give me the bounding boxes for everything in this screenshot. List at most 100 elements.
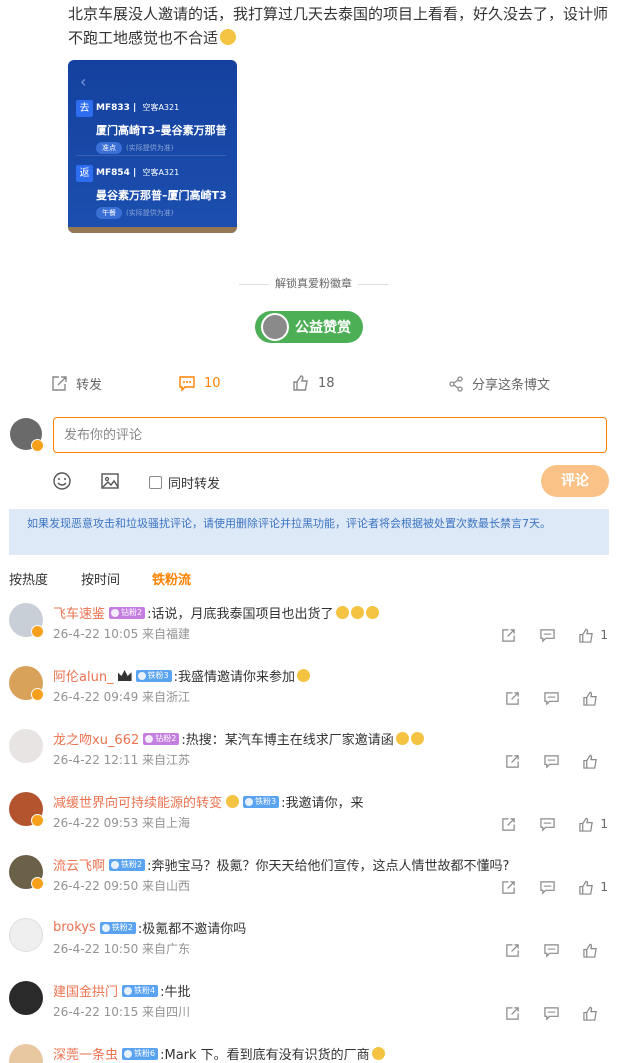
like-button[interactable]: 18 <box>292 374 335 392</box>
reply-icon[interactable] <box>544 754 559 769</box>
like-button[interactable] <box>583 943 608 958</box>
star-emoji-icon <box>226 795 240 808</box>
repost-icon[interactable] <box>501 880 516 895</box>
avatar[interactable] <box>9 981 43 1015</box>
checkbox-icon <box>149 476 162 489</box>
fan-badge: 铁粉3 <box>243 795 280 808</box>
commenter-name[interactable]: 流云飞啊 <box>53 855 105 874</box>
repost-icon[interactable] <box>501 817 516 832</box>
fan-badge: 铁粉4 <box>122 984 159 997</box>
like-count: 1 <box>600 628 608 642</box>
share-label: 分享这条博文 <box>472 378 551 393</box>
comment-line: 流云飞啊 铁粉2 :奔驰宝马？极氪？你天天给他们宣传，这点人情世故都不懂吗? <box>53 855 509 874</box>
comment-line: brokys 铁粉2 :极氪都不邀请你吗 <box>53 918 246 937</box>
comment-text: :Mark 下。看到底有没有识货的厂商 <box>160 1048 370 1063</box>
avatar[interactable] <box>9 855 44 890</box>
like-button[interactable] <box>583 754 608 769</box>
verified-badge-icon <box>31 688 44 701</box>
post-image[interactable]: ‹ 去 MF833 | 空客A321 厦门高崎T3–曼谷素万那普 准点 (实际提供… <box>68 60 237 233</box>
commenter-name[interactable]: 阿伦alun_ <box>53 666 114 685</box>
reward-button[interactable]: 公益赞赏 <box>255 311 363 343</box>
thumbs-up-icon <box>579 628 594 643</box>
commenter-name[interactable]: 建国金拱门 <box>53 981 118 1000</box>
verified-badge-icon <box>31 439 44 452</box>
repost-icon[interactable] <box>501 628 516 643</box>
comment-item: 流云飞啊 铁粉2 :奔驰宝马？极氪？你天天给他们宣传，这点人情世故都不懂吗? 2… <box>0 855 627 915</box>
avatar[interactable] <box>9 729 43 763</box>
grin-emoji-icon <box>350 606 364 619</box>
flight-tag: 返 <box>76 165 93 182</box>
avatar[interactable] <box>9 603 44 638</box>
repost-icon[interactable] <box>505 943 520 958</box>
emoji-picker-icon[interactable] <box>52 471 72 495</box>
like-button[interactable] <box>583 1006 608 1021</box>
like-button[interactable] <box>583 691 608 706</box>
commenter-name[interactable]: 深莞一条虫 <box>53 1044 118 1063</box>
comment-input[interactable] <box>53 417 607 453</box>
tab-iron-fans[interactable]: 铁粉流 <box>152 569 191 588</box>
flight-meta: 准点 (实际提供为准) <box>96 142 173 154</box>
thumbs-up-icon <box>293 375 308 391</box>
comment-meta: 26-4-22 10:05 来自福建 <box>53 627 191 641</box>
comment-text: :我盛情邀请你来参加 <box>173 670 296 685</box>
repost-button[interactable]: 转发 <box>50 374 102 393</box>
like-button[interactable]: 1 <box>579 880 608 895</box>
reply-icon[interactable] <box>544 1006 559 1021</box>
comment-count: 10 <box>204 375 221 391</box>
comment-line: 深莞一条虫 铁粉6 :Mark 下。看到底有没有识货的厂商 <box>53 1044 385 1063</box>
repost-icon[interactable] <box>505 1006 520 1021</box>
repost-checkbox-label: 同时转发 <box>168 477 221 492</box>
like-count: 18 <box>318 375 335 391</box>
submit-comment-button[interactable]: 评论 <box>541 465 609 497</box>
comment-line: 减缓世界向可持续能源的转变 铁粉3 :我邀请你，来 <box>53 792 364 811</box>
comment-actions: 1 <box>477 627 608 643</box>
tab-hot[interactable]: 按热度 <box>9 569 48 588</box>
comment-item: brokys 铁粉2 :极氪都不邀请你吗 26-4-22 10:50 来自广东 <box>0 918 627 978</box>
thumbs-up-icon <box>583 943 597 958</box>
avatar[interactable] <box>9 666 44 701</box>
comment-line: 建国金拱门 铁粉4 :牛批 <box>53 981 191 1000</box>
reply-icon[interactable] <box>540 817 556 832</box>
comment-line: 龙之吻xu_662 钻粉2 :热搜：某汽车博主在线求厂家邀请函 <box>53 729 424 748</box>
reply-icon[interactable] <box>540 880 556 895</box>
fan-badge: 铁粉2 <box>109 858 146 871</box>
reward-label: 公益赞赏 <box>295 320 351 336</box>
reply-icon[interactable] <box>540 628 556 643</box>
flight-divider <box>76 155 226 156</box>
image-bottom-strip <box>68 227 237 233</box>
verified-badge-icon <box>31 814 44 827</box>
moderation-notice: 如果发现恶意攻击和垃圾骚扰评论，请使用删除评论并拉黑功能，评论者将会根据被处置次… <box>9 509 609 555</box>
share-button[interactable]: 分享这条博文 <box>448 374 550 393</box>
avatar[interactable] <box>9 792 44 827</box>
reply-icon[interactable] <box>544 691 559 706</box>
commenter-name[interactable]: 龙之吻xu_662 <box>53 729 139 748</box>
repost-checkbox[interactable]: 同时转发 <box>149 473 220 492</box>
like-button[interactable]: 1 <box>579 628 608 643</box>
comment-button[interactable]: 10 <box>178 374 221 392</box>
my-avatar[interactable] <box>10 418 44 452</box>
comment-item: 深莞一条虫 铁粉6 :Mark 下。看到底有没有识货的厂商 <box>0 1044 627 1063</box>
comment-line: 飞车速鉴 钻粉2 :话说，月底我泰国项目也出货了 <box>53 603 379 622</box>
commenter-name[interactable]: 飞车速鉴 <box>53 603 105 622</box>
repost-icon[interactable] <box>505 754 520 769</box>
tab-time[interactable]: 按时间 <box>81 569 120 588</box>
avatar[interactable] <box>9 1044 43 1063</box>
comment-item: 建国金拱门 铁粉4 :牛批 26-4-22 10:15 来自四川 <box>0 981 627 1041</box>
comment-actions <box>481 1005 608 1021</box>
fan-badge: 铁粉6 <box>122 1047 159 1060</box>
comment-actions <box>481 942 608 958</box>
commenter-name[interactable]: brokys <box>53 920 96 935</box>
flight-route: 厦门高崎T3–曼谷素万那普 <box>96 124 227 137</box>
repost-icon[interactable] <box>505 691 520 706</box>
comment-text: :热搜：某汽车博主在线求厂家邀请函 <box>181 733 394 748</box>
avatar[interactable] <box>9 918 43 952</box>
sweat-emoji-icon <box>395 732 409 745</box>
commenter-name[interactable]: 减缓世界向可持续能源的转变 <box>53 792 222 811</box>
comment-item: 飞车速鉴 钻粉2 :话说，月底我泰国项目也出货了 26-4-22 10:05 来… <box>0 603 627 663</box>
reply-icon[interactable] <box>544 943 559 958</box>
image-upload-icon[interactable] <box>100 471 120 495</box>
comment-actions: 1 <box>477 879 608 895</box>
fan-badge: 铁粉3 <box>135 669 172 682</box>
like-button[interactable]: 1 <box>579 817 608 832</box>
thumbs-up-icon <box>579 880 594 895</box>
